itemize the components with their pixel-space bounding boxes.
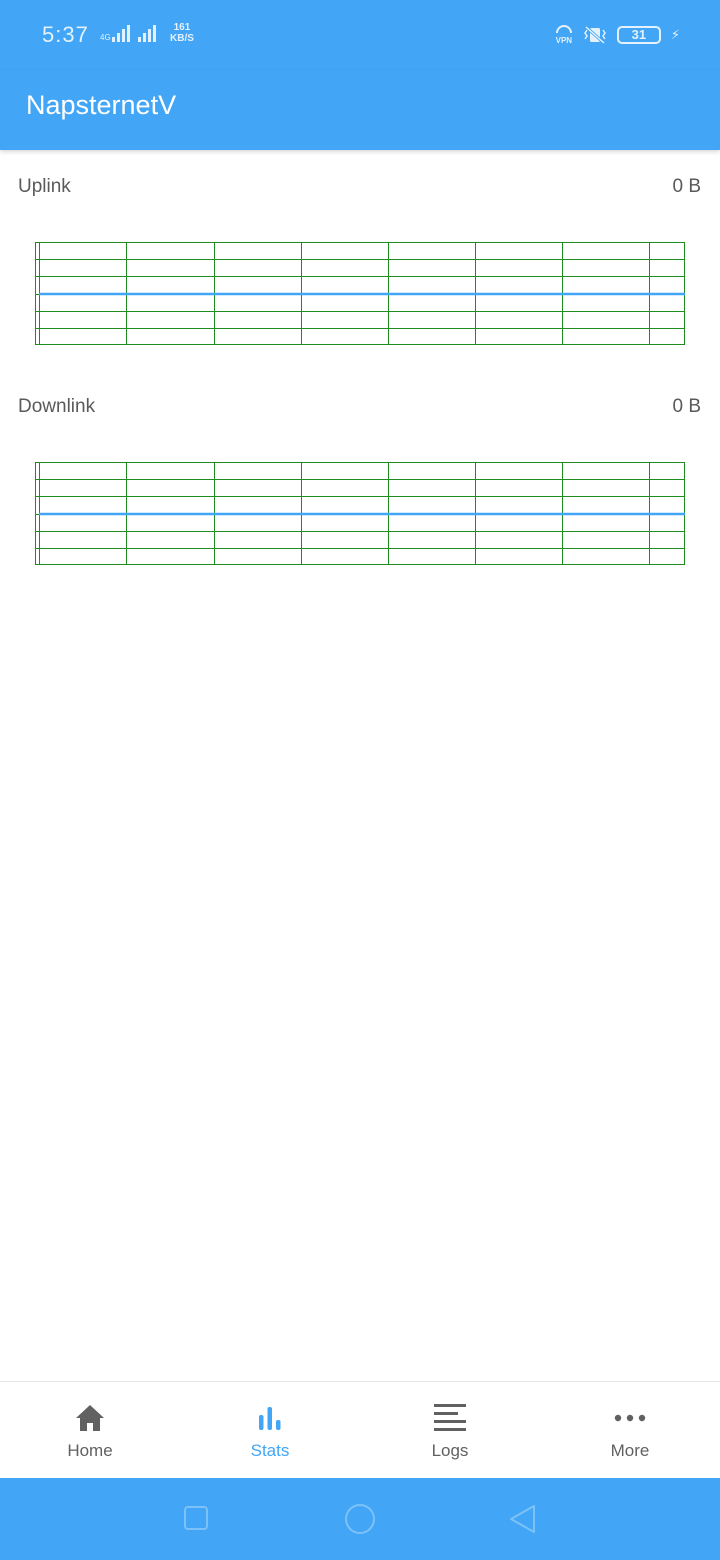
downlink-label: Downlink: [18, 396, 96, 417]
vpn-label: VPN: [555, 36, 573, 45]
nav-label-more: More: [610, 1441, 650, 1460]
network-type-text: 4G: [100, 33, 111, 42]
status-bar: 5:37 4G 161 KB/S VPN 31 ⚡: [0, 0, 720, 70]
nav-item-more[interactable]: More: [540, 1382, 720, 1479]
home-icon: [74, 1402, 106, 1434]
downlink-value: 0 B: [672, 396, 701, 417]
bottom-navigation: Home Stats Logs More: [0, 1381, 720, 1479]
uplink-chart: [35, 242, 685, 345]
network-speed-unit: KB/S: [170, 33, 194, 44]
more-horizontal-icon: [614, 1402, 646, 1434]
system-navigation-bar: [0, 1478, 720, 1560]
charging-icon: ⚡: [670, 26, 680, 42]
uplink-label: Uplink: [18, 176, 71, 197]
vibrate-mute-icon: [583, 25, 606, 44]
signal-strength-icon: [111, 24, 130, 42]
logs-icon: [433, 1402, 467, 1434]
app-bar: NapsternetV: [0, 70, 720, 150]
nav-item-home[interactable]: Home: [0, 1382, 180, 1479]
network-type-label: 4G: [100, 24, 130, 42]
nav-label-logs: Logs: [431, 1441, 469, 1460]
home-circle-icon[interactable]: [343, 1504, 377, 1538]
nav-label-home: Home: [67, 1441, 113, 1460]
signal-strength-icon-2: [137, 24, 156, 42]
network-indicators: 4G: [100, 24, 156, 42]
nav-item-logs[interactable]: Logs: [360, 1382, 540, 1479]
nav-item-stats[interactable]: Stats: [180, 1382, 360, 1479]
app-title: NapsternetV: [26, 90, 177, 120]
uplink-value: 0 B: [672, 176, 701, 197]
downlink-chart: [35, 462, 685, 565]
recents-square-icon[interactable]: [182, 1504, 210, 1532]
network-speed: 161 KB/S: [170, 22, 194, 44]
bar-chart-icon: [256, 1402, 284, 1434]
battery-icon: 31: [616, 25, 661, 44]
nav-label-stats: Stats: [250, 1441, 290, 1460]
status-time: 5:37: [42, 22, 89, 47]
status-right-icons: VPN 31 ⚡: [555, 24, 680, 45]
back-triangle-icon[interactable]: [508, 1504, 538, 1534]
vpn-key-icon: VPN: [555, 24, 573, 45]
network-speed-value: 161: [173, 22, 191, 33]
